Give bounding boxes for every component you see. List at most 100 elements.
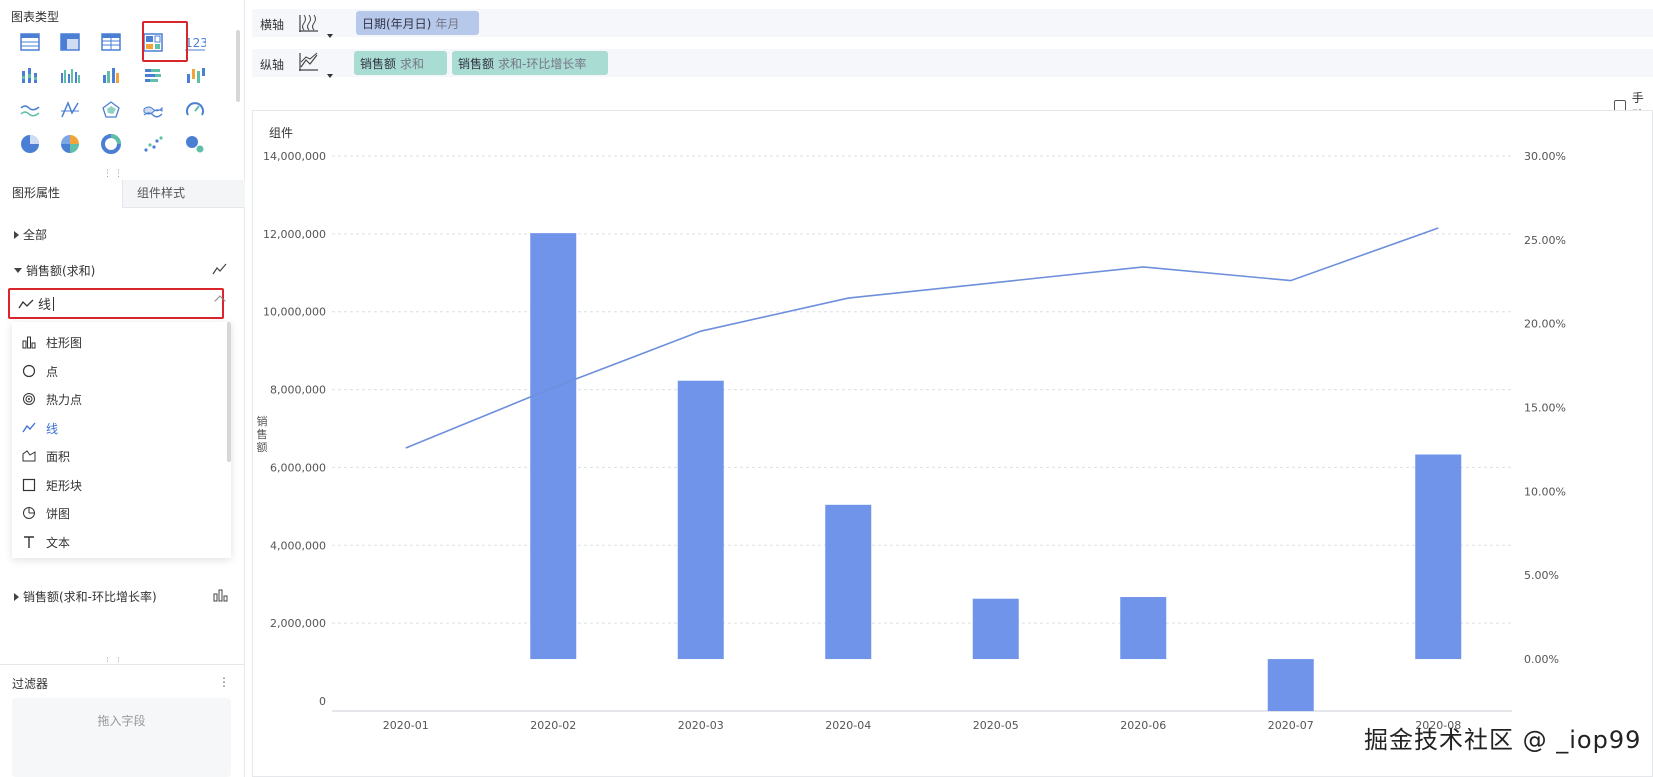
y-axis-label-char: 额 (257, 441, 268, 454)
pill-sub: 求和 (400, 56, 425, 71)
dropdown-item-label: 热力点 (46, 392, 83, 407)
pill-sub: 求和-环比增长率 (498, 56, 587, 71)
y-axis-field-pill-1[interactable]: 销售额 求和 (354, 51, 447, 75)
ring-chart-icon[interactable] (96, 130, 126, 158)
dropdown-item-label: 矩形块 (46, 478, 83, 493)
line-icon (22, 422, 36, 433)
scatter-icon[interactable] (138, 130, 168, 158)
area-chart-icon[interactable] (138, 96, 168, 124)
dropdown-item[interactable]: 面积 (22, 444, 70, 468)
x-axis-sort-icon[interactable] (296, 11, 320, 35)
dropdown-item[interactable]: 热力点 (22, 387, 82, 411)
tab-component-style[interactable]: 组件样式 (122, 180, 245, 208)
splitter-handle[interactable]: ⋮⋮ (103, 170, 123, 179)
y-axis-chart-icon[interactable] (296, 50, 320, 74)
y-tick-label: 10,000,000 (263, 306, 326, 319)
chevron-down-icon[interactable] (327, 74, 333, 78)
tree-item-measure2-label: 销售额(求和-环比增长率) (23, 590, 157, 604)
y-tick-label: 6,000,000 (270, 461, 326, 474)
range-column-icon[interactable] (180, 62, 210, 90)
y2-tick-label: 0.00% (1524, 653, 1559, 666)
chart-types-title: 图表类型 (11, 10, 60, 24)
dropdown-item[interactable]: 点 (22, 359, 58, 383)
mark-type-dropdown: 柱形图点热力点线面积矩形块饼图文本 (12, 322, 231, 558)
cross-table-icon[interactable] (55, 28, 85, 56)
dropdown-item[interactable]: 饼图 (22, 501, 70, 525)
grouped-bar-icon[interactable] (15, 62, 45, 90)
y-tick-label: 14,000,000 (263, 150, 326, 163)
y-axis-label-char: 售 (257, 427, 268, 441)
tree-item-all-label: 全部 (23, 228, 48, 242)
y-tick-label: 4,000,000 (270, 539, 326, 552)
y-tick-label: 8,000,000 (270, 384, 326, 397)
dropdown-item[interactable]: 柱形图 (22, 330, 82, 354)
dropdown-scrollbar[interactable] (227, 322, 231, 462)
dropdown-item-label: 饼图 (46, 506, 71, 521)
chart: 0 2,000,000 4,000,000 6,000,000 8,000,000 10,… (257, 150, 1566, 732)
multi-column-icon[interactable] (96, 62, 126, 90)
y-tick-label: 0 (319, 695, 326, 708)
pie-icon (23, 507, 35, 519)
bar (677, 380, 724, 660)
watermark: 掘金技术社区 @ _iop99 (1364, 726, 1642, 754)
gauge-icon[interactable] (180, 96, 210, 124)
tab-properties[interactable]: 图形属性 (0, 180, 122, 208)
stacked-bar-icon[interactable] (138, 62, 168, 90)
left-panel: 图表类型 123 ⋮⋮ 图形属性 组件样式 全部 销售额(求和) 线 柱形图点热… (0, 0, 245, 777)
x-axis-label: 横轴 (260, 18, 285, 32)
bar (1120, 597, 1167, 660)
bar (1415, 454, 1462, 660)
y-tick-label: 12,000,000 (263, 228, 326, 241)
x-axis-field-pill[interactable]: 日期(年月日) 年月 (356, 11, 479, 35)
bar (1267, 659, 1314, 712)
x-tick-label: 2020-06 (1120, 719, 1166, 732)
mark-type-select[interactable]: 线 (8, 288, 224, 319)
radar-line-icon[interactable] (55, 96, 85, 124)
drop-hint: 拖入字段 (97, 714, 146, 728)
dropdown-item[interactable]: 矩形块 (22, 473, 82, 497)
pill-sub: 年月 (435, 16, 460, 31)
tree-item-all[interactable]: 全部 (14, 226, 47, 243)
bar (972, 598, 1019, 660)
collapse-icon (14, 268, 22, 273)
y2-tick-label: 30.00% (1524, 150, 1566, 163)
tree-item-measure2[interactable]: 销售额(求和-环比增长率) (14, 588, 157, 605)
y2-tick-label: 5.00% (1524, 569, 1559, 582)
mark-type-select-value: 线 (38, 298, 52, 313)
divider (0, 664, 245, 665)
y2-tick-label: 20.00% (1524, 318, 1566, 331)
radar-icon[interactable] (96, 96, 126, 124)
bubble-icon[interactable] (180, 130, 210, 158)
detail-table-icon[interactable] (96, 28, 126, 56)
circle-icon (22, 364, 36, 378)
y-axis-label-char: 销 (257, 414, 268, 428)
svg-text:123: 123 (185, 36, 206, 50)
pie-chart-icon[interactable] (15, 130, 45, 158)
y2-tick-label: 15.00% (1524, 402, 1566, 415)
dropdown-item-label: 点 (46, 364, 59, 379)
heat-point-icon (23, 393, 35, 405)
y-axis-label: 纵轴 (260, 58, 285, 72)
expand-icon (14, 230, 19, 239)
area-icon (22, 450, 36, 462)
y-axis-field-pill-2[interactable]: 销售额 求和-环比增长率 (452, 51, 608, 75)
rose-chart-icon[interactable] (55, 130, 85, 158)
dropdown-item[interactable]: 文本 (22, 530, 70, 554)
tree-item-measure1[interactable]: 销售额(求和) (14, 262, 95, 279)
filter-drop-zone[interactable]: 拖入字段 (12, 698, 231, 777)
tree-item-measure1-label: 销售额(求和) (26, 264, 96, 278)
bar (825, 504, 872, 660)
dropdown-item-label: 柱形图 (46, 335, 83, 350)
chart-types-scrollbar[interactable] (236, 30, 240, 102)
x-tick-label: 2020-05 (973, 719, 1019, 732)
text-caret (53, 296, 55, 311)
table-icon[interactable] (15, 28, 45, 56)
multi-line-icon[interactable] (15, 96, 45, 124)
dropdown-item[interactable]: 线 (22, 416, 58, 440)
property-tabs: 图形属性 组件样式 (0, 180, 245, 208)
expand-icon (14, 592, 19, 601)
column-chart-icon[interactable] (55, 62, 85, 90)
chevron-down-icon[interactable] (327, 34, 333, 38)
filter-more-icon[interactable]: ⋮ (218, 675, 230, 689)
pill-field: 销售额 (360, 56, 397, 71)
